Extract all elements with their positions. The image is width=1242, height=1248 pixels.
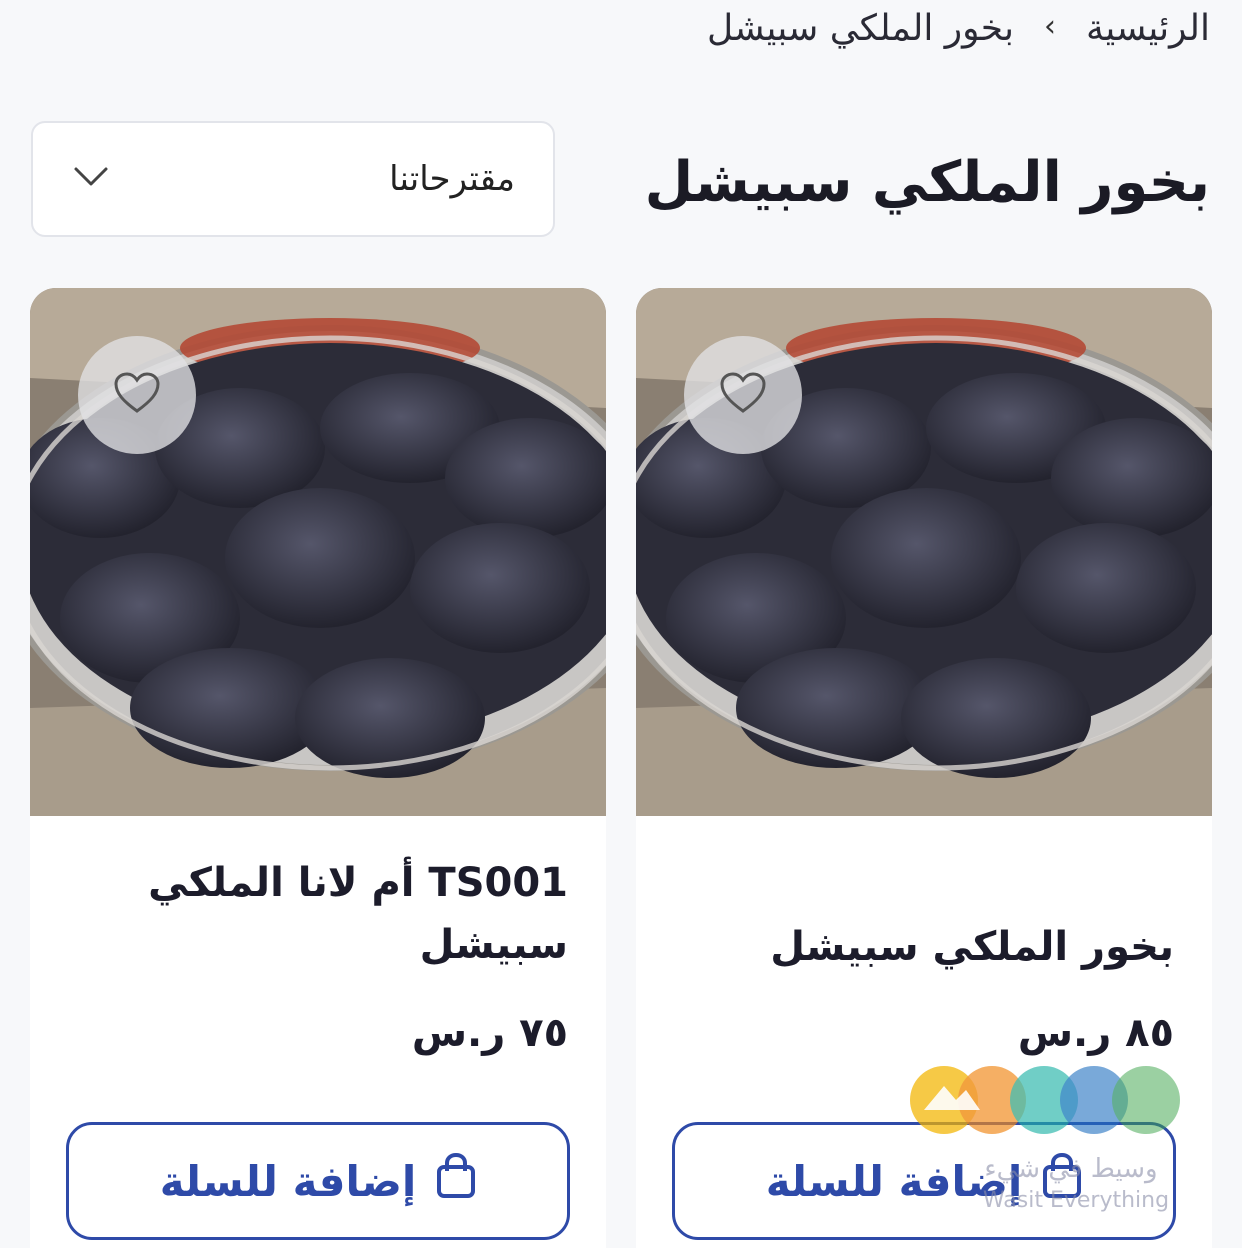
shopping-bag-icon (436, 1152, 476, 1209)
product-image[interactable] (636, 288, 1212, 816)
product-image[interactable] (30, 288, 606, 816)
favorite-button[interactable] (78, 336, 196, 454)
breadcrumb-current: بخور الملكي سبيشل (707, 8, 1014, 49)
product-card[interactable]: TS001 أم لانا الملكي سبيشل ٧٥ ر.س إضافة … (30, 288, 606, 1248)
add-to-cart-button[interactable]: إضافة للسلة (66, 1122, 570, 1240)
page-title: بخور الملكي سبيشل (644, 150, 1210, 215)
chevron-down-icon (73, 166, 109, 192)
watermark-logo: وسيط في شيء Wasit Everything (906, 1066, 1206, 1226)
sort-dropdown[interactable]: مقترحاتنا (31, 121, 555, 237)
product-price: ٧٥ ر.س (411, 1010, 568, 1056)
chevron-left-icon: › (1044, 9, 1056, 44)
favorite-button[interactable] (684, 336, 802, 454)
product-name[interactable]: TS001 أم لانا الملكي سبيشل (88, 852, 568, 976)
watermark-text: وسيط في شيء (984, 1154, 1158, 1184)
sort-selected-label: مقترحاتنا (389, 159, 515, 199)
watermark-circles-icon (910, 1066, 1180, 1134)
breadcrumb-home-link[interactable]: الرئيسية (1086, 8, 1210, 49)
add-to-cart-label: إضافة للسلة (159, 1156, 417, 1206)
product-name[interactable]: بخور الملكي سبيشل (694, 916, 1174, 978)
heart-icon (113, 371, 161, 419)
watermark-subtext: Wasit Everything (982, 1188, 1170, 1213)
product-price: ٨٥ ر.س (1017, 1010, 1174, 1056)
heart-icon (719, 371, 767, 419)
breadcrumb: الرئيسية › بخور الملكي سبيشل (707, 8, 1210, 49)
